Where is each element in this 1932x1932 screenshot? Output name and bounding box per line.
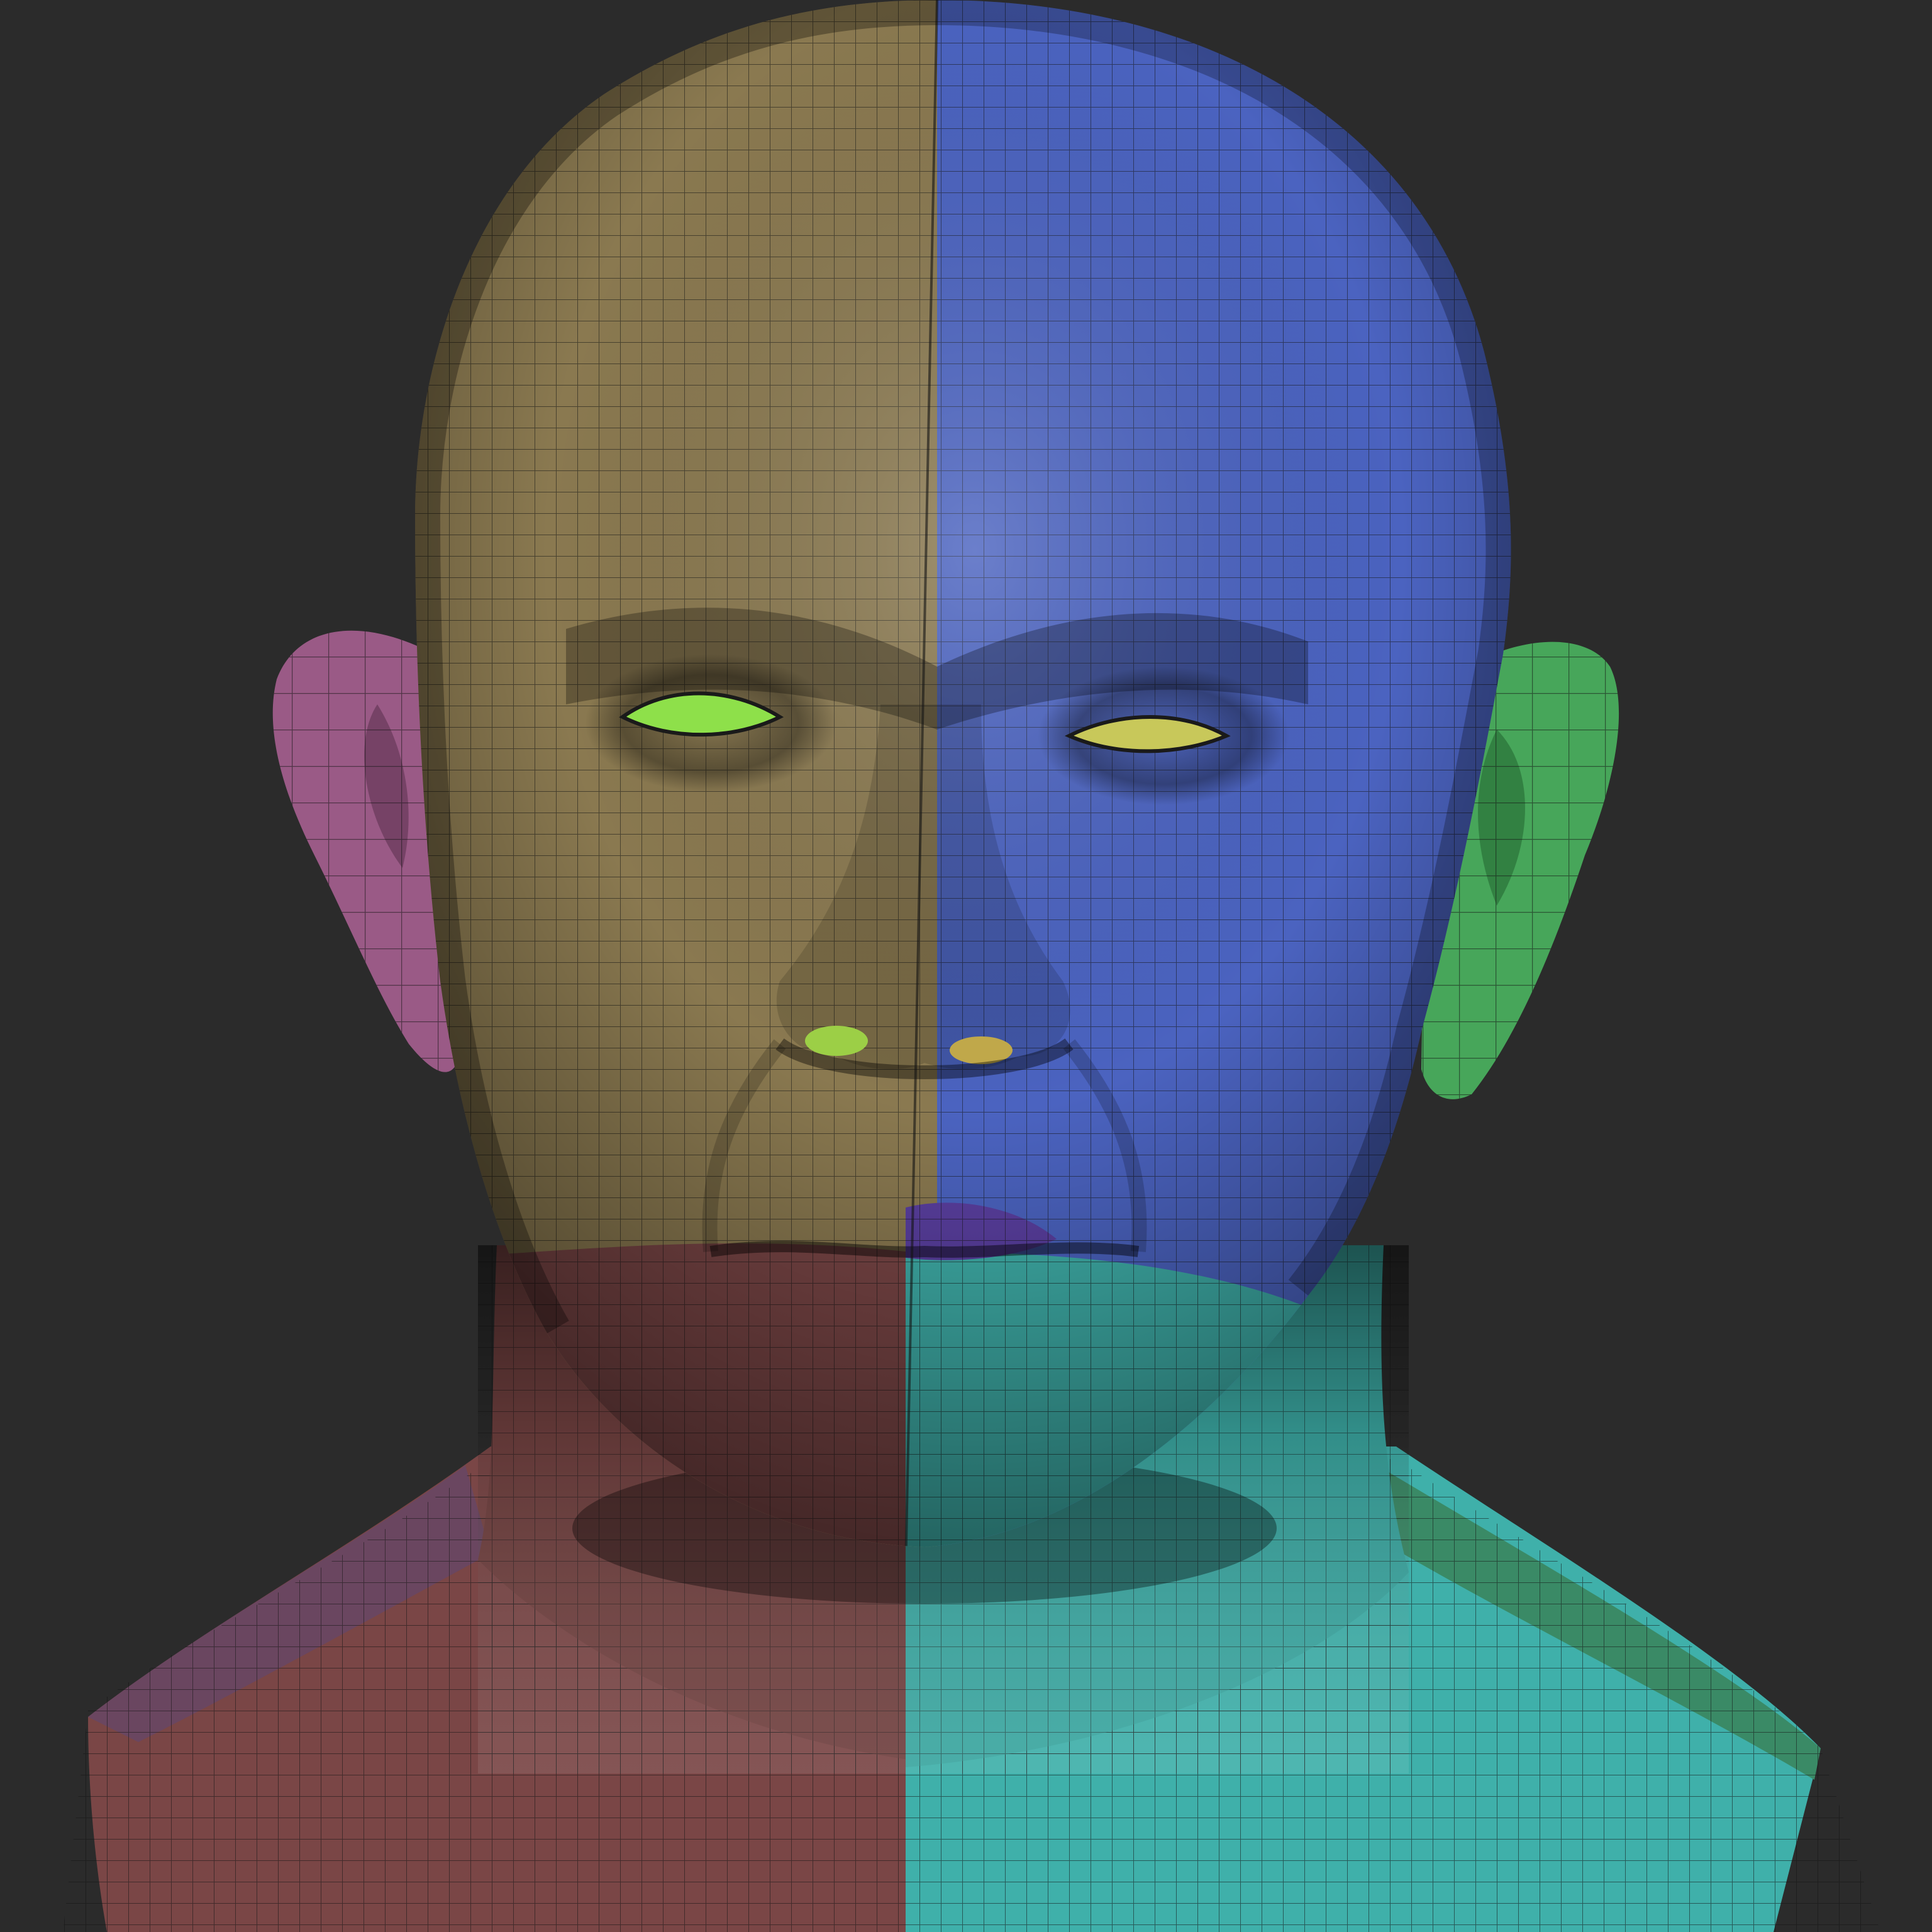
sculpt-viewport[interactable] bbox=[0, 0, 1932, 1932]
mouth-line bbox=[709, 1241, 1140, 1258]
nostril-left bbox=[805, 1026, 868, 1056]
head-sculpt-render[interactable] bbox=[0, 0, 1932, 1932]
